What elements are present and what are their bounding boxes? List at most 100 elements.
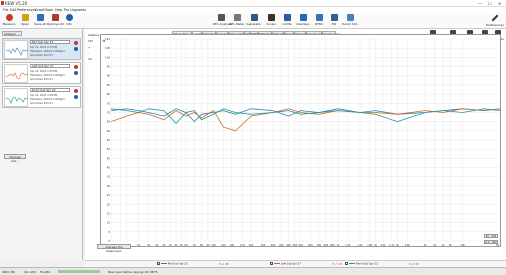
window-title: REW V5.20: [5, 1, 28, 6]
overlays-icon: [299, 14, 307, 21]
title-bar: REW V5.20 — ☐ ✕: [0, 0, 506, 7]
measurement-info-icon[interactable]: [74, 47, 78, 51]
remove-measurement-icon[interactable]: [74, 65, 78, 69]
close-button[interactable]: ✕: [498, 1, 501, 6]
x-tick-label: 250: [261, 244, 266, 247]
measure-button[interactable]: Measure: [1, 14, 17, 28]
overlays-label: Overlays: [296, 22, 310, 26]
save-all-button[interactable]: Save All: [32, 14, 48, 28]
y-tick-label: 85: [107, 83, 111, 87]
y-tick-label: 25: [107, 193, 111, 197]
remove-measurement-icon[interactable]: [74, 89, 78, 93]
preferences-button[interactable]: Preferences: [485, 14, 505, 28]
status-message: Peak input before clipping: 0.0 dB FS: [108, 270, 158, 274]
y-tick-label: 70: [107, 110, 111, 114]
y-tick-label: 45: [107, 156, 111, 160]
x-tick-label: 1.8k: [367, 244, 373, 247]
average-responses-button[interactable]: Average the Responses: [97, 244, 131, 253]
overlays-button[interactable]: Overlays: [295, 14, 311, 28]
x-tick-label: 1.5k: [357, 244, 363, 247]
measurement-name-field[interactable]: Mid Sub Spr 23: [30, 40, 70, 44]
rt60-button[interactable]: RT60: [311, 14, 327, 28]
x-tick-label: 400: [286, 244, 291, 247]
wrench-icon: [491, 14, 499, 22]
y-tick-label: 95: [107, 65, 111, 69]
change-cal-button[interactable]: Change Cal...: [4, 154, 26, 163]
menu-pro-upgrades[interactable]: Pro Upgrades: [64, 8, 86, 12]
measurement-item[interactable]: Left Sub Spr 27 Apr 22, 2023 4:36 PM Har…: [2, 62, 81, 84]
legend-swatch: [274, 263, 280, 264]
measurement-date: Apr 22, 2023 4:38 PM: [30, 94, 58, 97]
preferences-label: Preferences: [486, 23, 504, 27]
room-sim-button[interactable]: Room Sim: [342, 14, 358, 28]
measurement-device: Hardware: TASCO 2 MidSpd: [30, 50, 65, 53]
measurement-item[interactable]: Mid Sub Spr 23 Apr 22, 2023 4:35 PM Hard…: [2, 38, 81, 60]
x-tick-label: 2.3k: [380, 244, 386, 247]
x-tick-label: 60: [184, 244, 188, 247]
remove-measurement-icon[interactable]: [74, 41, 78, 45]
open-button[interactable]: Open: [17, 14, 33, 28]
generator-button[interactable]: Generator: [246, 14, 262, 28]
minimize-button[interactable]: —: [478, 1, 482, 6]
y-tick-label: 75: [107, 101, 111, 105]
measurement-smoothing: Smoothed 1/6 Oct: [30, 102, 53, 105]
measurement-info-icon[interactable]: [74, 71, 78, 75]
measurement-smoothing: Smoothed 1/6 Oct: [30, 54, 53, 57]
maximize-button[interactable]: ☐: [488, 1, 492, 6]
x-tick-label: 2.7k: [389, 244, 395, 247]
y-tick-label: 55: [107, 138, 111, 142]
y-tick-label: 90: [107, 74, 111, 78]
menu-file[interactable]: File: [3, 8, 9, 12]
measurement-name-field[interactable]: Left Sub Spr 27: [30, 64, 70, 68]
legend-value: 71.1 dB: [218, 262, 229, 266]
spl-plot[interactable]: 110 105 100 95 90 85 80 75 70 65 60 55 50 45 40 35 30 25 2…: [100, 34, 501, 247]
sample-rate-status: 44.1 kHz: [24, 270, 36, 274]
menu-edit[interactable]: Edit: [10, 8, 16, 12]
measurement-date: Apr 22, 2023 4:36 PM: [30, 70, 58, 73]
y-tick-label: 50: [107, 147, 111, 151]
measurement-item[interactable]: Rmid Sub Spr 22 Apr 22, 2023 4:38 PM Har…: [2, 86, 81, 108]
legend-checkbox[interactable]: [345, 262, 348, 265]
room-sim-label: Room Sim: [342, 22, 358, 26]
spl-meter-icon: [233, 14, 241, 21]
x-tick-label: 25: [137, 244, 141, 247]
measurement-thumbnail: [4, 40, 29, 59]
menu-tools[interactable]: Tools: [45, 8, 53, 12]
spl-meter-button[interactable]: SPL Meter: [229, 14, 245, 28]
panel-header-button[interactable]: 10Ilyeni: [2, 31, 22, 36]
measurement-thumbnail: [4, 88, 29, 107]
generator-label: Generator: [246, 22, 262, 26]
x-tick-label: 35: [155, 244, 159, 247]
legend-label: Left Sub Spr 27: [281, 262, 301, 266]
info-button[interactable]: Info: [61, 14, 77, 28]
scope-button[interactable]: Scope: [263, 14, 279, 28]
measurement-device: Hardware: TASCO 2 MidSpd: [30, 74, 65, 77]
x-tick-label: 170: [240, 244, 245, 247]
menu-help[interactable]: Help: [55, 8, 63, 12]
measure-label: Measure: [2, 22, 16, 26]
limits-label: Limits: [282, 22, 292, 26]
legend-swatch: [161, 263, 167, 264]
eq-icon: [330, 14, 338, 21]
range-button-2[interactable]: 0.0 - 300: [484, 240, 498, 244]
rta-analyser-button[interactable]: RTA Analyser: [213, 14, 233, 28]
save-all-label: Save All: [33, 22, 47, 26]
range-button-1[interactable]: 1X - 300: [484, 234, 498, 238]
x-tick-label: 450: [293, 244, 298, 247]
x-tick-label: 5k: [424, 244, 428, 247]
legend-bar: Mid Sub Spr 23 71.1 dB Left Sub Spr 27 7…: [85, 260, 506, 267]
x-tick-label: 900: [330, 244, 335, 247]
menu-graph[interactable]: Graph: [35, 8, 45, 12]
spl-chart[interactable]: 1101051009590858075706560555045403530252…: [101, 35, 502, 248]
limits-toolbar-button[interactable]: Limits: [279, 14, 295, 28]
x-tick-label: 40: [163, 244, 167, 247]
memory-status: 460/1 Mb: [2, 270, 15, 274]
eq-button[interactable]: EQ: [326, 14, 342, 28]
measurement-info-icon[interactable]: [74, 95, 78, 99]
menu-preferences[interactable]: Preferences: [17, 8, 36, 12]
measurement-name-field[interactable]: Rmid Sub Spr 22: [30, 88, 70, 92]
x-tick-label: 1.2k: [345, 244, 351, 247]
legend-checkbox[interactable]: [270, 262, 273, 265]
legend-checkbox[interactable]: [157, 262, 160, 265]
y-tick-label: 110: [105, 37, 110, 41]
